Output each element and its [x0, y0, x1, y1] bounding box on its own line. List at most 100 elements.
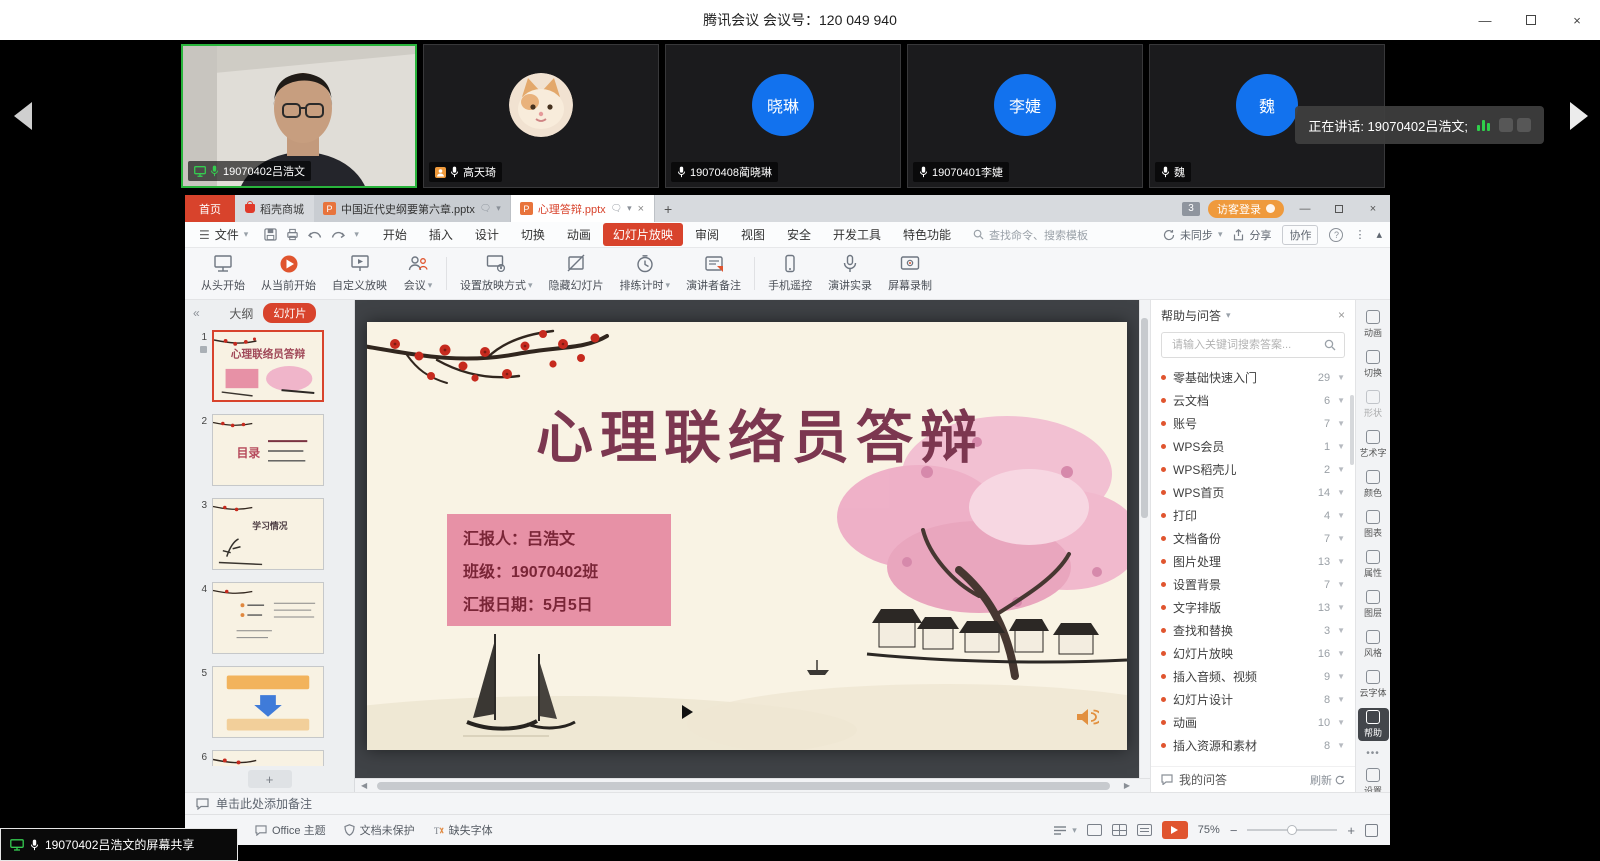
ribbon-hide-slide[interactable]: 隐藏幻灯片 — [541, 248, 612, 299]
guest-login-button[interactable]: 访客登录 — [1208, 200, 1284, 218]
tab-home[interactable]: 首页 — [185, 195, 235, 222]
slide-info-box[interactable]: 汇报人：吕浩文 班级：19070402班 汇报日期：5月5日 — [447, 514, 671, 626]
help-topic[interactable]: 文字排版13▼ — [1161, 596, 1345, 619]
participant-tile[interactable]: 李婕 19070401李婕 — [907, 44, 1143, 188]
horizontal-scrollbar[interactable]: ◀ ▶ — [355, 778, 1150, 792]
zoom-level[interactable]: 75% — [1198, 824, 1220, 836]
notification-badge[interactable]: 3 — [1182, 202, 1200, 216]
ribbon-speaker-notes[interactable]: 演讲者备注 — [678, 248, 749, 299]
refresh-button[interactable]: 刷新 — [1310, 772, 1345, 788]
help-topic[interactable]: 账号7▼ — [1161, 412, 1345, 435]
sidebar-help-active[interactable]: 帮助 — [1358, 708, 1389, 741]
slide-thumbnail-2[interactable]: 目录 — [212, 414, 324, 486]
slide-thumbnail-3[interactable]: 学习情况 — [212, 498, 324, 570]
close-tab-icon[interactable]: × — [637, 203, 645, 215]
help-icon[interactable]: ? — [1329, 228, 1343, 242]
share-button[interactable]: 分享 — [1233, 227, 1271, 243]
sidebar-wordart[interactable]: 艺术字 — [1358, 428, 1389, 461]
sidebar-style[interactable]: 风格 — [1358, 628, 1389, 661]
comment-bubble-icon[interactable]: 🗨 — [480, 203, 491, 214]
redo-icon[interactable] — [331, 229, 345, 241]
wps-maximize-icon[interactable] — [1326, 195, 1352, 222]
sidebar-shape[interactable]: 形状 — [1358, 388, 1389, 421]
zoom-out-icon[interactable]: − — [1230, 823, 1238, 838]
menu-item-slideshow-active[interactable]: 幻灯片放映 — [603, 223, 683, 246]
tab-slides-active[interactable]: 幻灯片 — [263, 303, 316, 323]
help-topic[interactable]: 打印4▼ — [1161, 504, 1345, 527]
command-search[interactable]: 查找命令、搜索模板 — [973, 227, 1088, 243]
close-panel-icon[interactable]: × — [1338, 308, 1345, 322]
collapse-ribbon-icon[interactable]: ▴ — [1376, 228, 1382, 241]
participant-tile[interactable]: 高天琦 — [423, 44, 659, 188]
chevron-down-icon[interactable]: ▾ — [496, 203, 501, 214]
start-slideshow-button[interactable] — [1162, 821, 1188, 839]
menu-item-animation[interactable]: 动画 — [557, 223, 601, 246]
notes-toggle[interactable]: ▾ — [1053, 825, 1077, 836]
ribbon-play-from-current[interactable]: 从当前开始 — [253, 248, 324, 299]
more-icon[interactable]: ••• — [1366, 748, 1380, 759]
scroll-right-icon[interactable]: ▶ — [1124, 781, 1130, 790]
file-menu-button[interactable]: ☰ 文件 ▾ — [193, 226, 254, 243]
menu-item-insert[interactable]: 插入 — [419, 223, 463, 246]
participant-tile[interactable]: 晓琳 19070408蔺晓琳 — [665, 44, 901, 188]
help-topic[interactable]: 云文档6▼ — [1161, 389, 1345, 412]
wps-minimize-icon[interactable]: — — [1292, 195, 1318, 222]
slide-thumbnail-4[interactable] — [212, 582, 324, 654]
print-icon[interactable] — [286, 228, 299, 241]
menu-item-review[interactable]: 审阅 — [685, 223, 729, 246]
help-topic[interactable]: WPS会员1▼ — [1161, 435, 1345, 458]
zoom-slider[interactable] — [1247, 829, 1337, 831]
sidebar-cloud-fonts[interactable]: 云字体 — [1358, 668, 1389, 701]
slide-thumbnail-5[interactable] — [212, 666, 324, 738]
sidebar-properties[interactable]: 属性 — [1358, 548, 1389, 581]
ribbon-meeting[interactable]: 会议▾ — [395, 248, 441, 299]
close-icon[interactable]: × — [1554, 0, 1600, 40]
chevron-down-icon[interactable]: ▾ — [1226, 310, 1231, 321]
tab-shop[interactable]: 稻壳商城 — [235, 195, 314, 222]
tab-outline[interactable]: 大纲 — [229, 305, 253, 322]
slide-thumbnail-1-selected[interactable]: 心理联络员答辩 — [212, 330, 324, 402]
ribbon-setup-show[interactable]: 设置放映方式▾ — [452, 248, 541, 299]
tab-document-1[interactable]: P 中国近代史纲要第六章.pptx 🗨 ▾ — [314, 195, 511, 222]
sidebar-animation[interactable]: 动画 — [1358, 308, 1389, 341]
fit-window-icon[interactable] — [1365, 824, 1378, 837]
chevron-down-icon[interactable]: ▾ — [627, 203, 632, 214]
ribbon-custom-show[interactable]: 自定义放映 — [324, 248, 395, 299]
help-topic[interactable]: 插入音频、视频9▼ — [1161, 665, 1345, 688]
ribbon-phone-remote[interactable]: 手机遥控 — [760, 248, 820, 299]
ribbon-play-from-start[interactable]: 从头开始 — [193, 248, 253, 299]
menu-item-features[interactable]: 特色功能 — [893, 223, 961, 246]
scrollbar-thumb[interactable] — [377, 782, 1110, 790]
document-protection-status[interactable]: 文档未保护 — [344, 822, 415, 838]
minimize-icon[interactable]: — — [1462, 0, 1508, 40]
help-topic[interactable]: 幻灯片设计8▼ — [1161, 688, 1345, 711]
normal-view-icon[interactable] — [1087, 824, 1102, 836]
sidebar-layers[interactable]: 图层 — [1358, 588, 1389, 621]
add-slide-button[interactable]: + — [248, 770, 292, 788]
zoom-in-icon[interactable]: + — [1347, 823, 1355, 838]
comment-bubble-icon[interactable]: 🗨 — [611, 203, 622, 214]
sidebar-chart[interactable]: 图表 — [1358, 508, 1389, 541]
ribbon-rehearse-timing[interactable]: 排练计时▾ — [612, 248, 679, 299]
help-topic[interactable]: 幻灯片放映16▼ — [1161, 642, 1345, 665]
vertical-scrollbar[interactable] — [1139, 300, 1150, 778]
my-questions-row[interactable]: 我的问答 刷新 — [1151, 766, 1355, 792]
ribbon-screen-record[interactable]: 屏幕录制 — [880, 248, 940, 299]
help-topic[interactable]: 设置背景7▼ — [1161, 573, 1345, 596]
scroll-left-icon[interactable]: ◀ — [361, 781, 367, 790]
help-topic[interactable]: 查找和替换3▼ — [1161, 619, 1345, 642]
missing-font-status[interactable]: T 缺失字体 — [433, 822, 493, 838]
participant-tile-video[interactable]: 19070402吕浩文 — [181, 44, 417, 188]
slide-sorter-view-icon[interactable] — [1112, 824, 1127, 836]
more-menu-icon[interactable]: ⋮ — [1354, 228, 1365, 241]
maximize-icon[interactable] — [1508, 0, 1554, 40]
help-topic[interactable]: 图片处理13▼ — [1161, 550, 1345, 573]
new-tab-button[interactable]: + — [655, 195, 681, 222]
help-topic[interactable]: 零基础快速入门29▼ — [1161, 366, 1345, 389]
notes-bar[interactable]: 单击此处添加备注 — [185, 792, 1390, 814]
collab-button[interactable]: 协作 — [1282, 225, 1318, 245]
menu-item-design[interactable]: 设计 — [465, 223, 509, 246]
menu-item-devtools[interactable]: 开发工具 — [823, 223, 891, 246]
menu-item-transition[interactable]: 切换 — [511, 223, 555, 246]
office-theme-status[interactable]: Office 主题 — [255, 822, 326, 838]
